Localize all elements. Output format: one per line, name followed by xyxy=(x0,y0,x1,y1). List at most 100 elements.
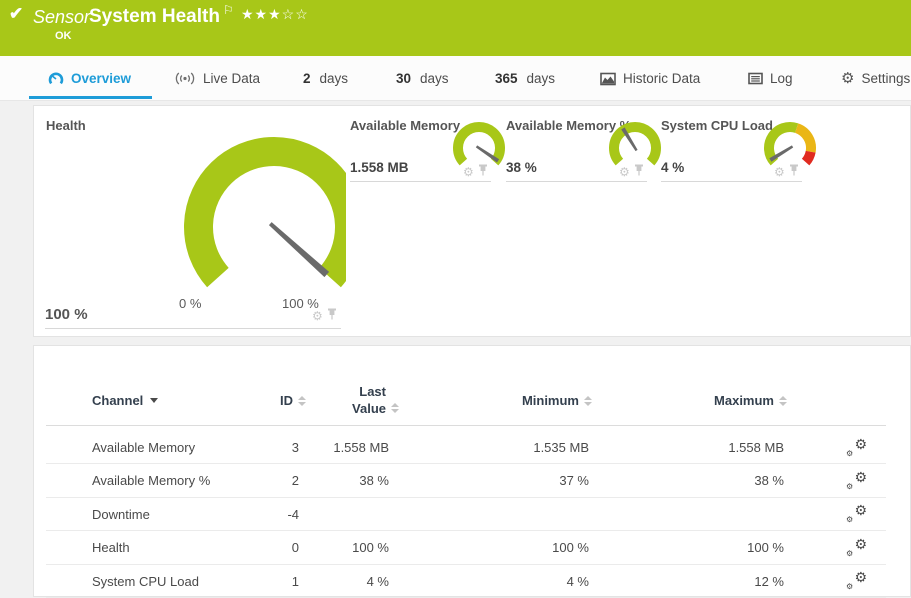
pin-icon[interactable] xyxy=(634,163,644,181)
last-value: 38 % xyxy=(284,464,389,497)
column-header-minimum[interactable]: Minimum xyxy=(464,384,592,417)
gauge-settings-gear-icon[interactable]: ⚙ xyxy=(312,310,323,322)
tab-label: Live Data xyxy=(203,71,260,86)
tab-number: 2 xyxy=(303,71,311,86)
area-chart-icon xyxy=(600,72,616,86)
live-data-icon xyxy=(174,71,196,86)
sort-icon xyxy=(779,396,787,406)
channel-settings-gears-icon[interactable]: ⚙⚙ xyxy=(846,531,872,564)
tab-bar: Overview Live Data 2 days 30 days 365 da… xyxy=(0,56,911,101)
channel-settings-gears-icon[interactable]: ⚙⚙ xyxy=(846,431,872,464)
channel-settings-gears-icon[interactable]: ⚙⚙ xyxy=(846,498,872,531)
tab-overview[interactable]: Overview xyxy=(48,56,131,101)
health-gauge-min-tick: 0 % xyxy=(179,296,201,311)
ok-check-icon: ✔ xyxy=(9,4,23,24)
table-row: Downtime-4⚙⚙ xyxy=(46,498,886,531)
minimum-value xyxy=(464,498,589,531)
table-row: Health0100 %100 %100 %⚙⚙ xyxy=(46,531,886,564)
gauge-separator xyxy=(661,181,802,182)
column-header-label: Maximum xyxy=(714,393,774,408)
sensor-kind-label: Sensor xyxy=(33,7,90,28)
tab-label: Historic Data xyxy=(623,71,700,86)
gauge-value: 4 % xyxy=(661,160,684,175)
sort-icon xyxy=(584,396,592,406)
column-header-maximum[interactable]: Maximum xyxy=(659,384,787,417)
minimum-value: 37 % xyxy=(464,464,589,497)
status-badge: OK xyxy=(55,30,72,42)
channel-settings-gears-icon[interactable]: ⚙⚙ xyxy=(846,565,872,598)
pin-icon[interactable] xyxy=(327,307,337,325)
column-header-label: Last xyxy=(359,384,386,399)
tab-label: Overview xyxy=(71,71,131,86)
column-header-label: Channel xyxy=(92,393,143,408)
column-header-label: Value xyxy=(352,401,386,416)
gauges-panel: Health 0 % 100 % 100 % ⚙ Available Memor… xyxy=(33,105,911,337)
minimum-value: 100 % xyxy=(464,531,589,564)
maximum-value: 38 % xyxy=(659,464,784,497)
tab-label: days xyxy=(527,71,556,86)
maximum-value: 1.558 MB xyxy=(659,431,784,464)
table-row: Available Memory %238 %37 %38 %⚙⚙ xyxy=(46,464,886,497)
tab-365-days[interactable]: 365 days xyxy=(495,56,555,101)
last-value: 4 % xyxy=(284,565,389,598)
minimum-value: 1.535 MB xyxy=(464,431,589,464)
flag-icon[interactable]: ⚐ xyxy=(223,3,234,17)
system-cpu-load-gauge-block: System CPU Load 4 % ⚙ xyxy=(661,106,802,338)
column-header-label: Minimum xyxy=(522,393,579,408)
tab-number: 365 xyxy=(495,71,518,86)
gauge-settings-gear-icon[interactable]: ⚙ xyxy=(619,166,630,178)
prtg-sensor-page: ✔ Sensor System Health ⚐ ★★★☆☆ OK Overvi… xyxy=(0,0,911,597)
gauge-label: Available Memory xyxy=(350,118,460,133)
tab-label: Settings xyxy=(861,71,910,86)
minimum-value: 4 % xyxy=(464,565,589,598)
gear-icon: ⚙ xyxy=(841,71,854,86)
sensor-header: ✔ Sensor System Health ⚐ ★★★☆☆ OK xyxy=(0,0,911,56)
available-memory-gauge-block: Available Memory 1.558 MB ⚙ xyxy=(350,106,491,338)
gauge-settings-gear-icon[interactable]: ⚙ xyxy=(774,166,785,178)
table-row: System CPU Load14 %4 %12 %⚙⚙ xyxy=(46,565,886,598)
gauge-settings-gear-icon[interactable]: ⚙ xyxy=(463,166,474,178)
gauge-icon xyxy=(48,71,64,87)
gauge-label: System CPU Load xyxy=(661,118,773,133)
health-gauge xyxy=(141,121,346,306)
health-gauge-label: Health xyxy=(46,118,86,133)
column-header-last-value[interactable]: Last Value xyxy=(284,384,399,417)
pin-icon[interactable] xyxy=(789,163,799,181)
tab-settings[interactable]: ⚙ Settings xyxy=(841,56,910,101)
table-row: Available Memory31.558 MB1.535 MB1.558 M… xyxy=(46,431,886,464)
gauge-value: 1.558 MB xyxy=(350,160,409,175)
table-header-separator xyxy=(46,425,886,426)
last-value: 100 % xyxy=(284,531,389,564)
sort-icon xyxy=(391,403,399,413)
tab-2-days[interactable]: 2 days xyxy=(303,56,348,101)
health-gauge-value: 100 % xyxy=(45,306,88,323)
gauge-value: 38 % xyxy=(506,160,537,175)
maximum-value: 12 % xyxy=(659,565,784,598)
maximum-value xyxy=(659,498,784,531)
tab-label: Log xyxy=(770,71,793,86)
tab-historic-data[interactable]: Historic Data xyxy=(600,56,700,101)
sort-desc-icon xyxy=(150,398,158,403)
available-memory-pct-gauge-block: Available Memory % 38 % ⚙ xyxy=(506,106,647,338)
channels-panel: Channel ID LastValue Minimum Maximum Ava… xyxy=(33,345,911,597)
gauge-separator xyxy=(506,181,647,182)
gauge-separator xyxy=(45,328,341,329)
last-value: 1.558 MB xyxy=(284,431,389,464)
tab-live-data[interactable]: Live Data xyxy=(174,56,260,101)
channel-settings-gears-icon[interactable]: ⚙⚙ xyxy=(846,464,872,497)
column-header-channel[interactable]: Channel xyxy=(92,384,158,417)
pin-icon[interactable] xyxy=(478,163,488,181)
tab-label: days xyxy=(420,71,449,86)
active-tab-indicator xyxy=(29,96,152,99)
tab-30-days[interactable]: 30 days xyxy=(396,56,449,101)
gauge-separator xyxy=(350,181,491,182)
tab-number: 30 xyxy=(396,71,411,86)
priority-stars[interactable]: ★★★☆☆ xyxy=(241,6,309,23)
log-icon xyxy=(748,72,763,85)
channel-rows: Available Memory31.558 MB1.535 MB1.558 M… xyxy=(34,431,911,598)
tab-label: days xyxy=(320,71,349,86)
maximum-value: 100 % xyxy=(659,531,784,564)
page-title: System Health xyxy=(89,6,220,28)
tab-log[interactable]: Log xyxy=(748,56,793,101)
last-value xyxy=(284,498,389,531)
